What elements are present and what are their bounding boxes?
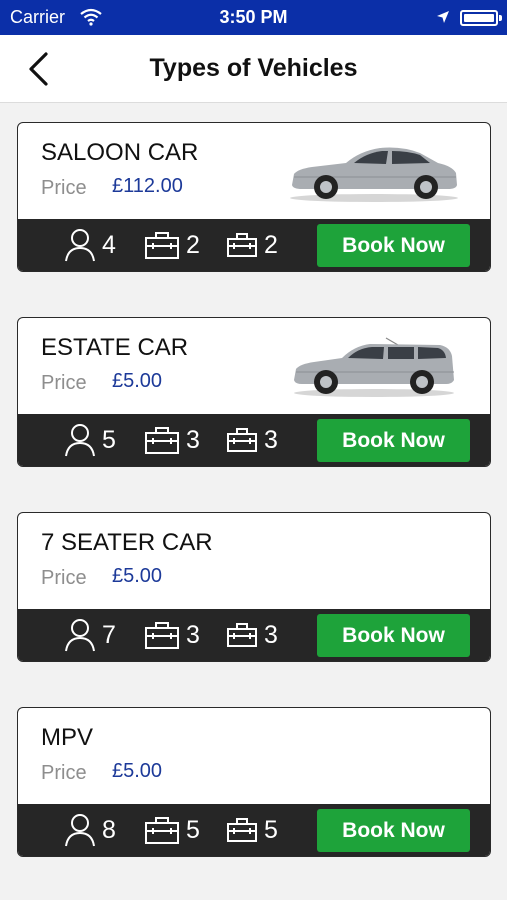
vehicle-name: SALOON CAR [41,139,199,166]
vehicle-features-bar: 5 3 3 Book Now [18,414,490,466]
page-title: Types of Vehicles [149,54,358,82]
book-now-button[interactable]: Book Now [317,809,470,852]
vehicle-list: SALOON CAR Price £112.00 4 2 2 Book Now … [17,122,491,900]
suitcase-icon [145,232,179,259]
price-label: Price [41,762,87,784]
passenger-count: 7 [102,620,116,649]
book-now-button[interactable]: Book Now [317,419,470,462]
vehicle-card-estate: ESTATE CAR Price £5.00 5 3 3 Book Now [17,317,491,467]
hand-luggage-count: 5 [264,815,278,844]
hand-luggage-feature: 3 [226,422,278,458]
price-value: £5.00 [112,370,163,392]
passenger-count: 8 [102,815,116,844]
hand-luggage-count: 2 [264,230,278,259]
luggage-count: 3 [186,620,200,649]
vehicle-name: ESTATE CAR [41,334,189,361]
briefcase-icon [227,818,257,842]
price-label: Price [41,177,87,199]
passenger-icon [65,229,95,262]
price-label: Price [41,567,87,589]
vehicle-features-bar: 8 5 5 Book Now [18,804,490,856]
estate-car-image [294,337,454,397]
passengers-feature: 8 [64,812,116,848]
briefcase-icon [227,428,257,452]
briefcase-icon [227,233,257,257]
location-arrow-icon [437,11,449,23]
status-time: 3:50 PM [219,7,288,27]
status-bar: Carrier 3:50 PM [0,0,507,35]
passengers-feature: 5 [64,422,116,458]
luggage-feature: 5 [144,812,200,848]
luggage-feature: 3 [144,617,200,653]
hand-luggage-feature: 2 [226,227,278,263]
luggage-count: 5 [186,815,200,844]
vehicle-card-saloon: SALOON CAR Price £112.00 4 2 2 Book Now [17,122,491,272]
hand-luggage-feature: 3 [226,617,278,653]
navigation-bar: Types of Vehicles [0,35,507,103]
vehicle-features-bar: 7 3 3 Book Now [18,609,490,661]
passenger-count: 4 [102,230,116,259]
price-label: Price [41,372,87,394]
vehicle-name: MPV [41,724,94,751]
luggage-feature: 3 [144,422,200,458]
suitcase-icon [145,817,179,844]
vehicle-name: 7 SEATER CAR [41,529,213,556]
price-value: £5.00 [112,760,163,782]
briefcase-icon [227,623,257,647]
hand-luggage-feature: 5 [226,812,278,848]
vehicle-features-bar: 4 2 2 Book Now [18,219,490,271]
passenger-icon [65,814,95,847]
passengers-feature: 4 [64,227,116,263]
battery-icon [460,10,502,26]
suitcase-icon [145,427,179,454]
luggage-count: 2 [186,230,200,259]
luggage-feature: 2 [144,227,200,263]
luggage-count: 3 [186,425,200,454]
price-value: £5.00 [112,565,163,587]
saloon-car-image [290,147,458,202]
passenger-count: 5 [102,425,116,454]
vehicle-card-mpv: MPV Price £5.00 8 5 5 Book Now [17,707,491,857]
suitcase-icon [145,622,179,649]
vehicle-card-7-seater: 7 SEATER CAR Price £5.00 7 3 3 Book Now [17,512,491,662]
hand-luggage-count: 3 [264,425,278,454]
passengers-feature: 7 [64,617,116,653]
price-value: £112.00 [112,175,183,197]
passenger-icon [65,619,95,652]
hand-luggage-count: 3 [264,620,278,649]
book-now-button[interactable]: Book Now [317,614,470,657]
passenger-icon [65,424,95,457]
book-now-button[interactable]: Book Now [317,224,470,267]
